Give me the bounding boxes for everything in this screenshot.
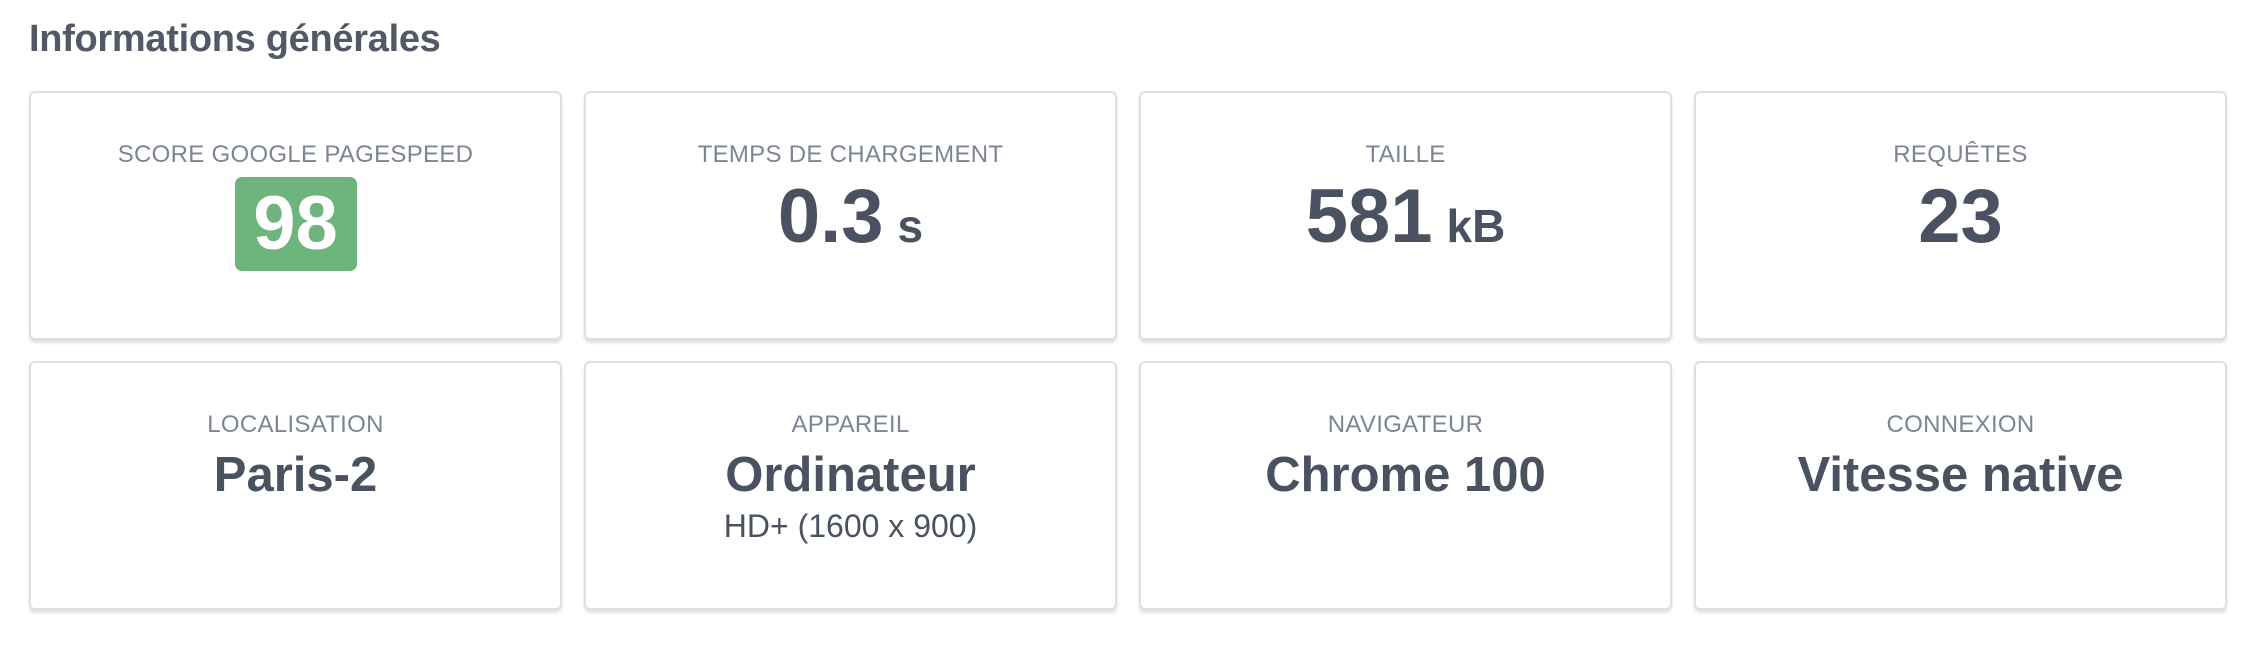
section-title: Informations générales: [29, 18, 441, 60]
value-unit: kB: [1446, 200, 1506, 252]
card-value: 0.3 s: [778, 179, 923, 255]
value-number: 581: [1305, 174, 1433, 259]
card-label: NAVIGATEUR: [1327, 411, 1484, 438]
card-label: REQUÊTES: [1893, 141, 2028, 168]
card-browser: NAVIGATEUR Chrome 100: [1139, 361, 1672, 610]
card-pagespeed-score: SCORE GOOGLE PAGESPEED 98: [29, 91, 562, 340]
card-value: 23: [1918, 179, 2003, 255]
card-label: TEMPS DE CHARGEMENT: [697, 141, 1004, 168]
value-number: 0.3: [777, 174, 884, 259]
device-resolution: HD+ (1600 x 900): [723, 508, 978, 544]
card-value: Ordinateur: [725, 448, 976, 502]
card-value: Chrome 100: [1265, 448, 1546, 502]
card-connection: CONNEXION Vitesse native: [1694, 361, 2227, 610]
card-value: 581 kB: [1306, 179, 1506, 255]
card-label: TAILLE: [1365, 141, 1446, 168]
card-device: APPAREIL Ordinateur HD+ (1600 x 900): [584, 361, 1117, 610]
card-label: CONNEXION: [1886, 411, 2035, 438]
score-badge: 98: [234, 177, 357, 271]
value-number: 23: [1918, 174, 2003, 259]
value-unit: s: [897, 200, 924, 252]
card-load-time: TEMPS DE CHARGEMENT 0.3 s: [584, 91, 1117, 340]
card-location: LOCALISATION Paris-2: [29, 361, 562, 610]
card-size: TAILLE 581 kB: [1139, 91, 1672, 340]
card-label: SCORE GOOGLE PAGESPEED: [117, 141, 474, 168]
card-value: Vitesse native: [1797, 448, 2124, 502]
card-requests: REQUÊTES 23: [1694, 91, 2227, 340]
card-label: APPAREIL: [791, 411, 910, 438]
card-value: Paris-2: [213, 448, 378, 502]
general-info-grid: SCORE GOOGLE PAGESPEED 98 TEMPS DE CHARG…: [29, 91, 2227, 610]
card-label: LOCALISATION: [207, 411, 384, 438]
